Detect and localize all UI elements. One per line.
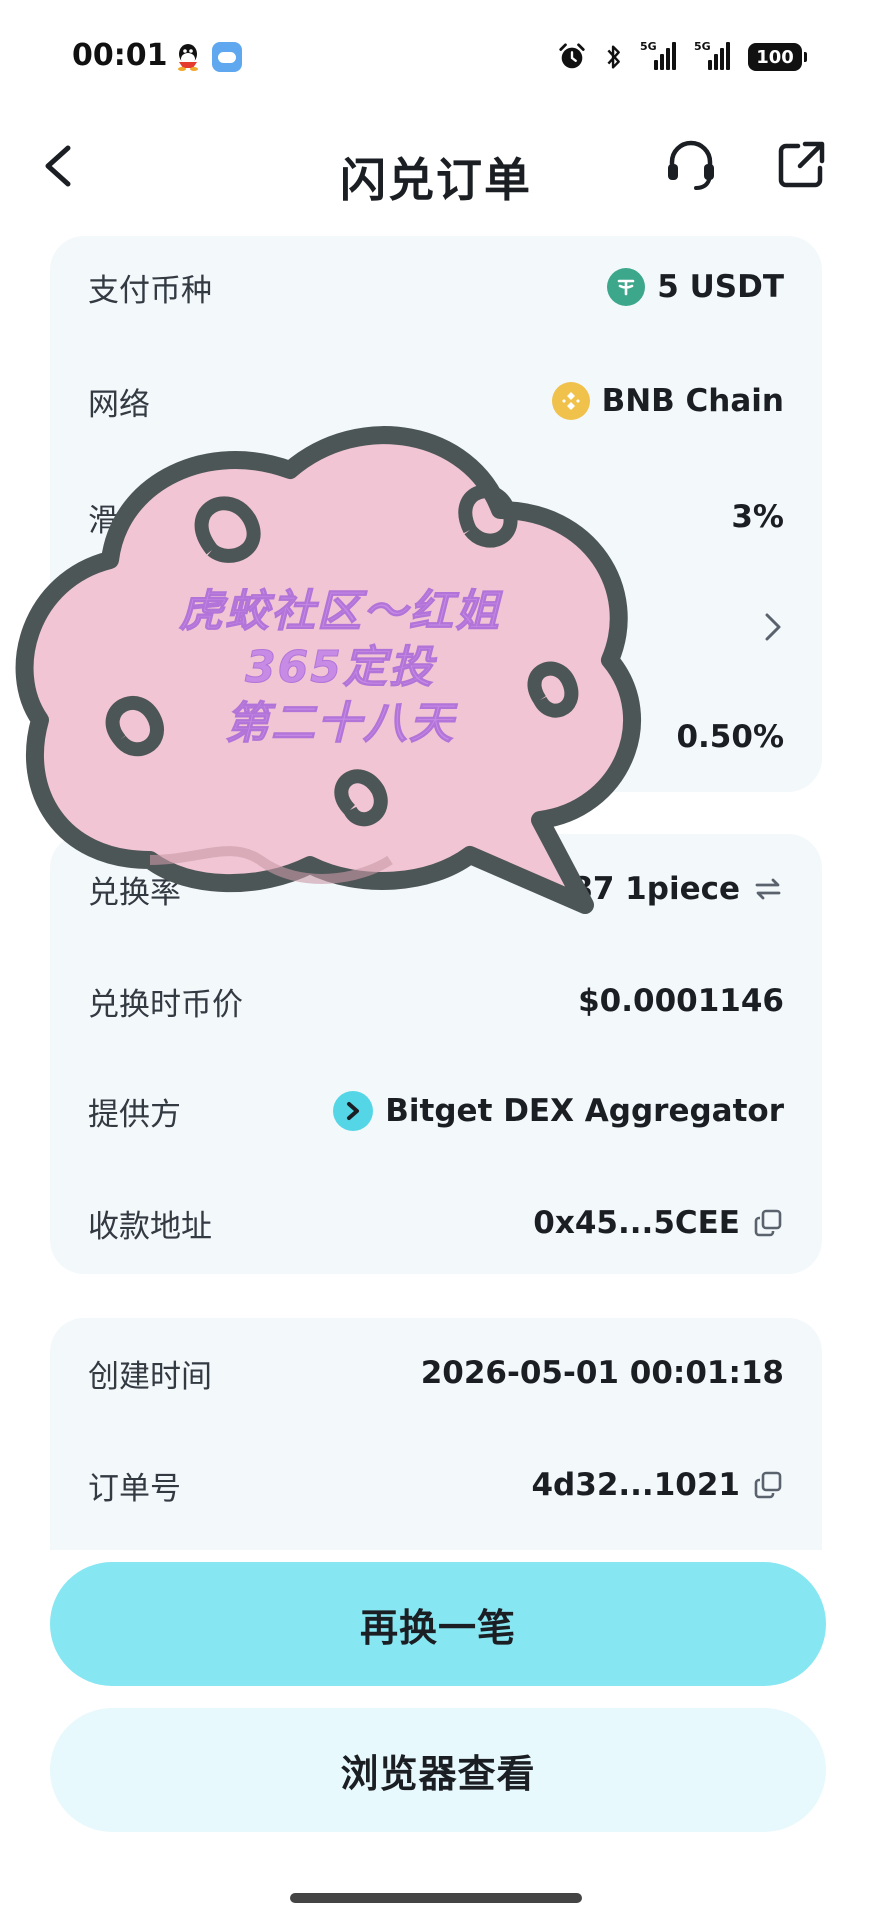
signal-icon: 5G [640,40,678,72]
order-id-value: 4d32...1021 [531,1467,784,1503]
order-id-row: 订单号 4d32...1021 [88,1460,784,1510]
usdt-icon [607,268,646,306]
created-time-label: 创建时间 [88,1358,212,1395]
order-id-text: 4d32...1021 [531,1467,740,1503]
receive-address-value: 0x45...5CEE [533,1205,784,1241]
provider-value: Bitget DEX Aggregator [333,1091,784,1131]
qq-icon [178,44,198,71]
sticker-line-2: 365定投 [245,642,435,694]
view-in-browser-button[interactable]: 浏览器查看 [50,1708,826,1832]
swap-icon[interactable] [752,873,784,905]
pay-currency-label: 支付币种 [88,272,212,309]
copy-icon[interactable] [752,1469,784,1501]
signal-icon: 5G [694,40,732,72]
header: 闪兑订单 [0,112,872,242]
pay-currency-row: 支付币种 5 USDT [88,262,784,312]
battery-level: 100 [756,46,794,68]
receive-address-row: 收款地址 0x45...5CEE [88,1198,784,1248]
copy-icon[interactable] [752,1207,784,1239]
receive-address-label: 收款地址 [88,1208,212,1245]
battery-icon: 100 [748,43,807,71]
weather-icon [212,42,242,72]
pay-currency-value: 5 USDT [607,268,784,306]
alarm-icon [559,43,585,69]
price-row: 兑换时币价 $0.0001146 [88,976,784,1026]
fee-value: 0.50% [676,719,784,755]
order-id-label: 订单号 [88,1470,181,1507]
receive-address-text: 0x45...5CEE [533,1205,740,1241]
slippage-value: 3% [731,499,784,535]
headset-icon[interactable] [662,134,720,194]
status-bar: 00:01 5G 5G 100 [0,0,872,112]
price-label: 兑换时币价 [88,986,243,1023]
sticker-caption: 虎蛟社区～红姐 365定投 第二十八天 [120,584,560,752]
bluetooth-icon [607,45,620,69]
page-title: 闪兑订单 [340,153,532,207]
created-time-value: 2026-05-01 00:01:18 [420,1355,784,1391]
time-info-card: 创建时间 2026-05-01 00:01:18 订单号 4d32...1021 [50,1318,822,1550]
provider-row: 提供方 Bitget DEX Aggregator [88,1086,784,1136]
pay-currency-amount: 5 USDT [657,269,784,305]
chevron-right-icon[interactable] [762,609,784,645]
external-link-icon[interactable] [774,134,828,194]
price-value: $0.0001146 [578,983,784,1019]
swap-again-button[interactable]: 再换一笔 [50,1562,826,1686]
sticker-line-3: 第二十八天 [225,698,455,750]
created-time-row: 创建时间 2026-05-01 00:01:18 [88,1348,784,1398]
status-time: 00:01 [72,38,168,73]
network-type-label: 5G [694,40,711,53]
provider-name: Bitget DEX Aggregator [385,1093,784,1129]
bitget-icon [333,1091,374,1131]
provider-label: 提供方 [88,1096,181,1133]
sticker-line-1: 虎蛟社区～红姐 [179,586,501,638]
network-type-label: 5G [640,40,657,53]
home-indicator[interactable] [290,1893,582,1903]
